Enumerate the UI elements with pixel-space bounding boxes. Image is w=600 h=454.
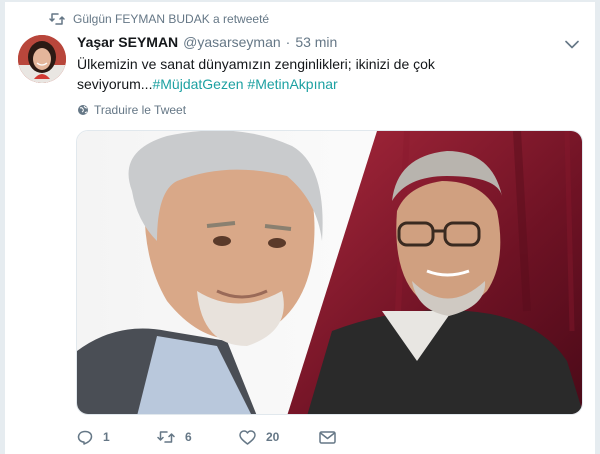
avatar[interactable] (18, 35, 66, 83)
direct-message-button[interactable] (319, 430, 336, 444)
heart-icon (239, 429, 256, 445)
like-count: 20 (266, 430, 280, 444)
retweet-icon (49, 13, 65, 25)
retweet-icon (157, 431, 175, 443)
retweet-count: 6 (185, 430, 192, 444)
tweet-text: Ülkemizin ve sanat dünyamızın zenginlikl… (77, 54, 547, 94)
tweet-text-prefix: seviyorum... (77, 76, 153, 92)
author-name[interactable]: Yaşar SEYMAN (77, 34, 178, 50)
reply-count: 1 (103, 430, 110, 444)
tweet-photo[interactable] (76, 130, 583, 415)
translate-tweet-link[interactable]: Traduire le Tweet (77, 103, 186, 117)
like-button[interactable]: 20 (239, 429, 319, 445)
retweet-button[interactable]: 6 (157, 430, 239, 444)
tweet-actions: 1 6 20 (77, 426, 336, 448)
hashtag-metinakpinar[interactable]: #MetinAkpınar (247, 76, 337, 92)
globe-icon (78, 105, 88, 115)
retweet-context: Gülgün FEYMAN BUDAK a retweeté (49, 10, 269, 28)
translate-label: Traduire le Tweet (94, 103, 187, 117)
tweet-text-line1: Ülkemizin ve sanat dünyamızın zenginlikl… (77, 56, 435, 72)
hashtag-muejdatgezen[interactable]: #MüjdatGezen (152, 76, 243, 92)
tweet-header: Yaşar SEYMAN @yasarseyman · 53 min (77, 34, 337, 50)
tweet-timestamp[interactable]: 53 min (295, 34, 337, 50)
author-handle[interactable]: @yasarseyman (183, 34, 280, 50)
chevron-down-icon[interactable] (563, 37, 581, 51)
tweet-text-line2: seviyorum...#MüjdatGezen #MetinAkpınar (77, 74, 547, 94)
reply-icon (77, 430, 93, 445)
separator-dot: · (285, 34, 291, 50)
tweet-card[interactable]: Gülgün FEYMAN BUDAK a retweeté Yaşar SEY… (4, 2, 596, 454)
envelope-icon (319, 430, 336, 444)
retweet-context-text[interactable]: Gülgün FEYMAN BUDAK a retweeté (73, 12, 269, 26)
reply-button[interactable]: 1 (77, 430, 157, 445)
